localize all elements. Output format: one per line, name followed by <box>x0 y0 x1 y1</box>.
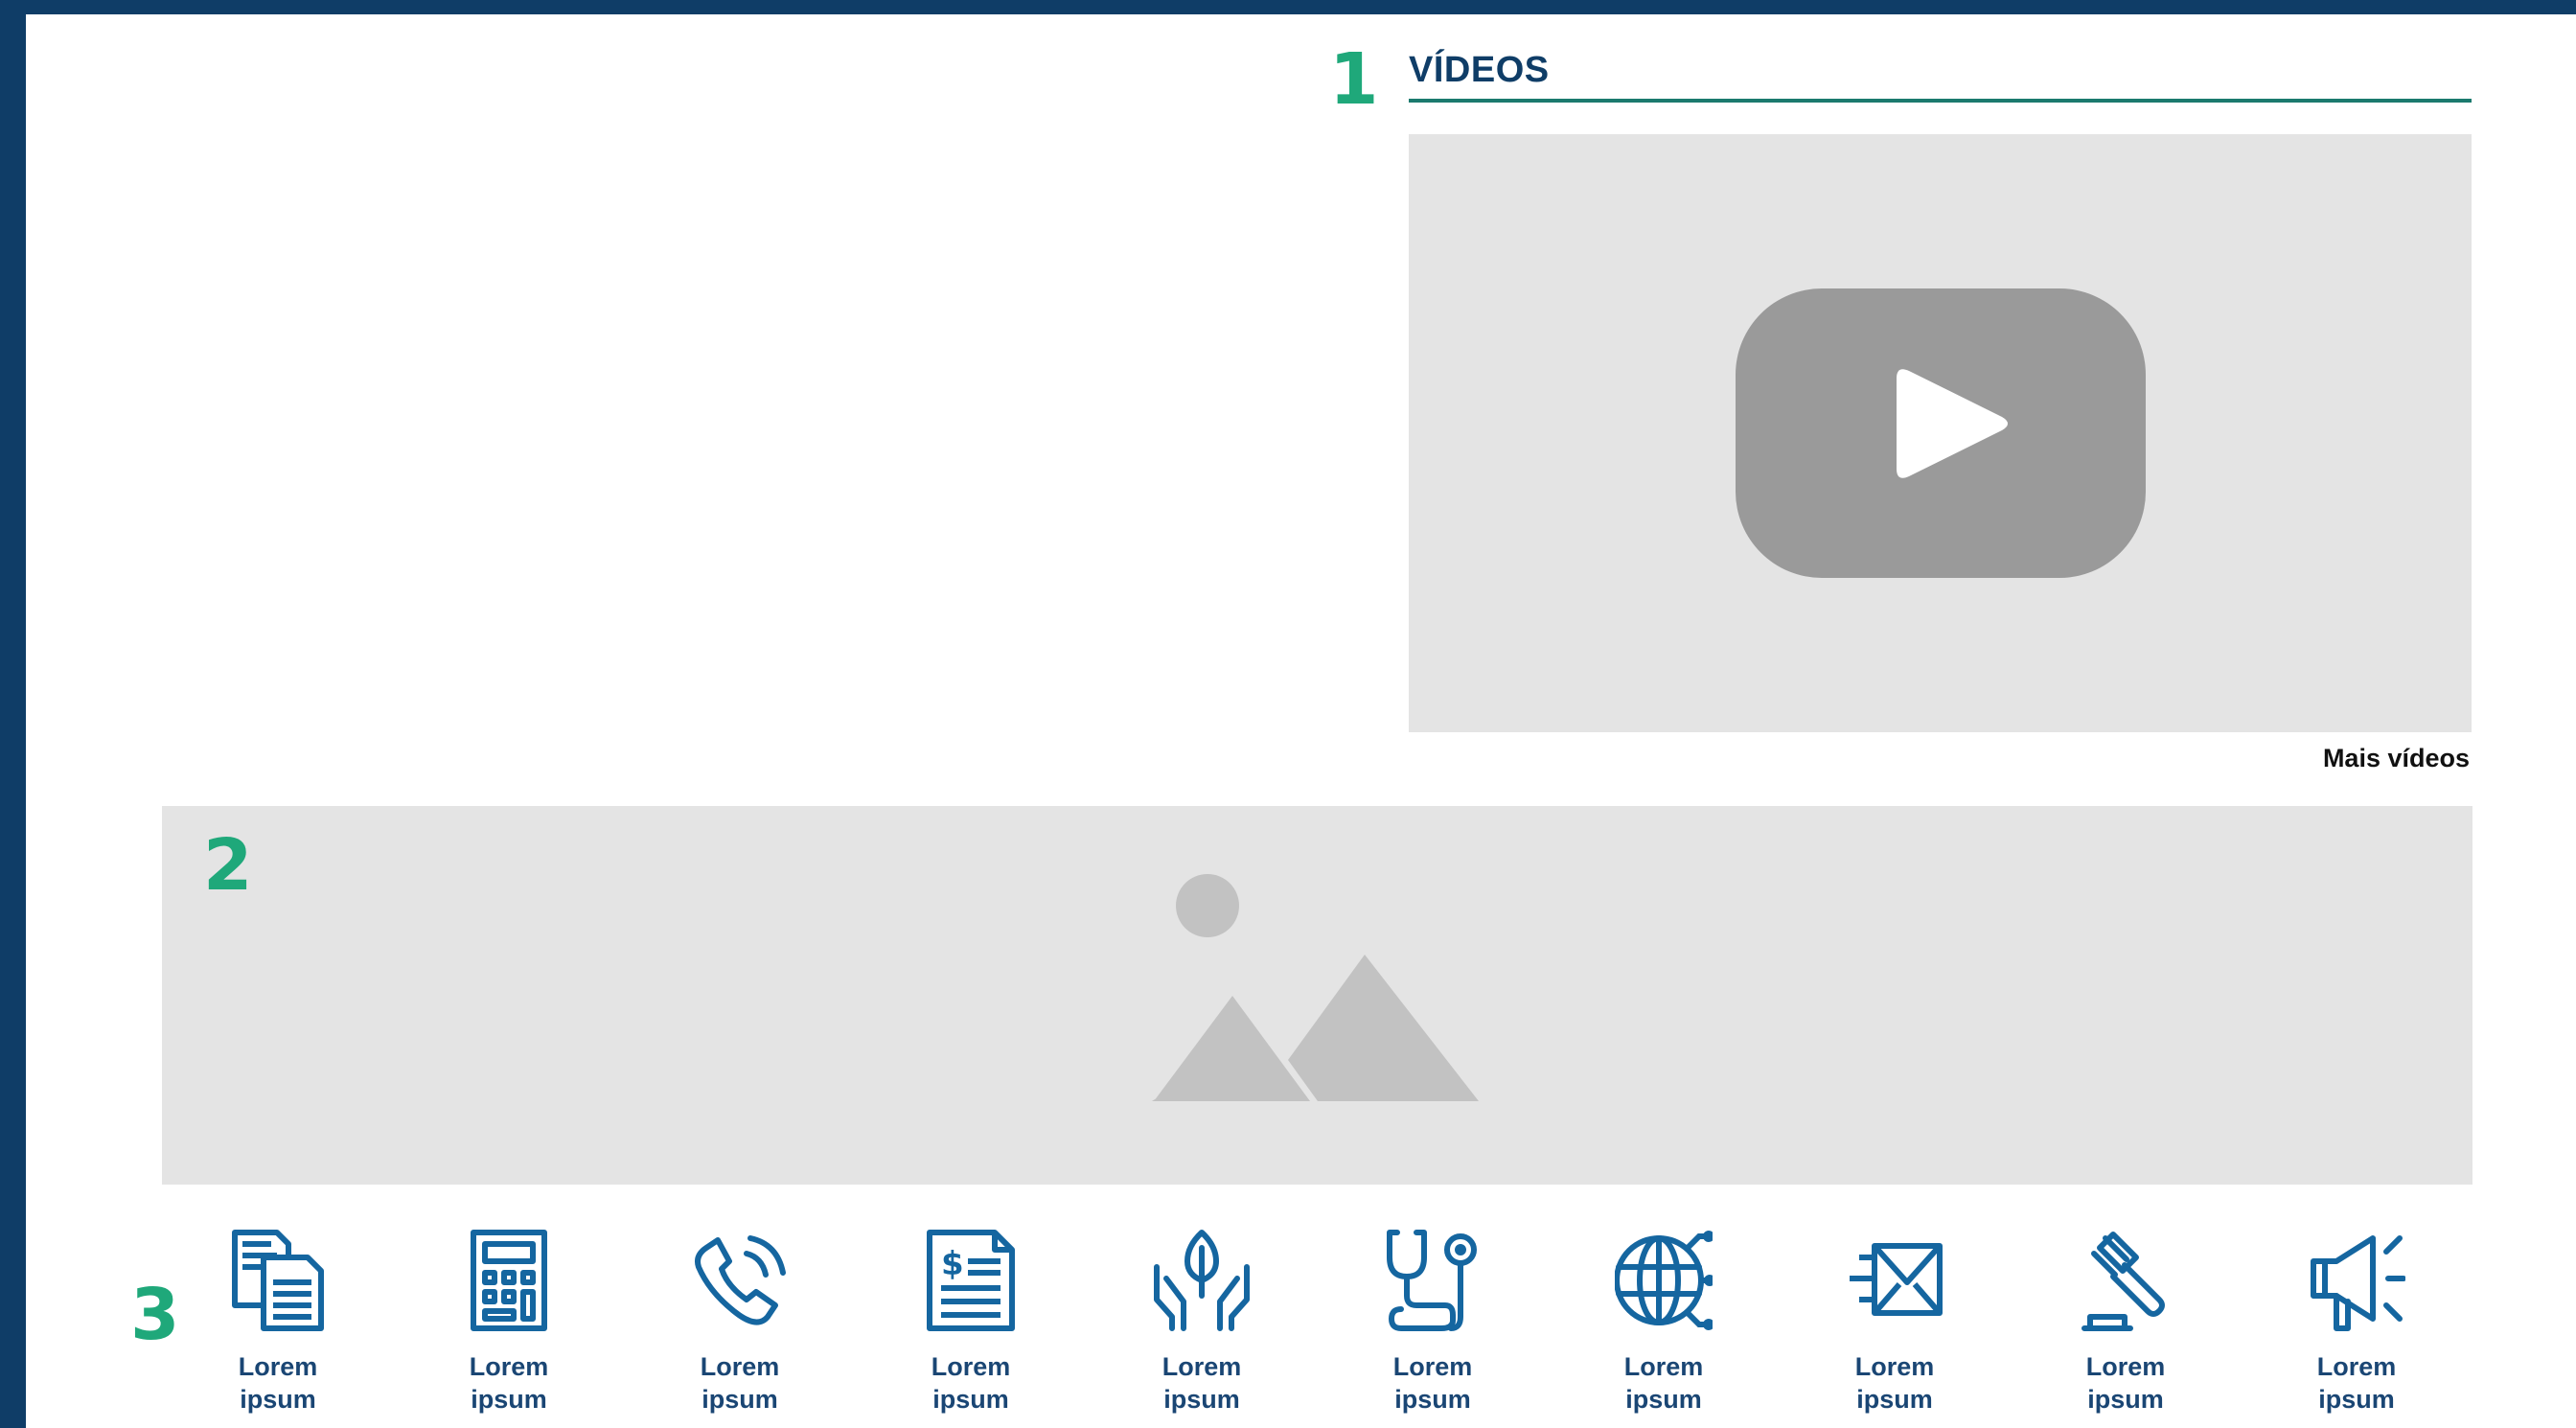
gavel-icon <box>2082 1232 2165 1331</box>
quick-link-email[interactable]: Lorem ipsum <box>1808 1229 1981 1420</box>
icon-label: Lorem ipsum <box>1623 1352 1704 1414</box>
banner-image-placeholder <box>162 806 2472 1185</box>
documents-icon <box>232 1230 324 1331</box>
icon-label: Lorem ipsum <box>700 1352 780 1414</box>
svg-text:$: $ <box>941 1245 964 1283</box>
hands-leaf-icon <box>1154 1230 1250 1331</box>
section-marker-1: 1 <box>1329 38 1379 121</box>
play-icon[interactable] <box>1736 288 2146 578</box>
section-marker-3: 3 <box>130 1274 180 1356</box>
stethoscope-icon <box>1387 1230 1477 1331</box>
icon-label: Lorem ipsum <box>1162 1352 1242 1414</box>
icon-label: Lorem ipsum <box>469 1352 549 1414</box>
quick-link-health[interactable]: Lorem ipsum <box>1346 1229 1519 1420</box>
title-underline <box>1409 99 2472 103</box>
quick-link-phone[interactable]: Lorem ipsum <box>654 1229 826 1420</box>
section-marker-2: 2 <box>203 824 253 907</box>
quick-link-legal[interactable]: Lorem ipsum <box>2039 1229 2212 1420</box>
calculator-icon <box>471 1230 547 1331</box>
phone-icon <box>695 1235 786 1325</box>
video-player[interactable] <box>1409 134 2472 732</box>
invoice-icon: $ <box>927 1230 1015 1331</box>
icon-label: Lorem ipsum <box>1854 1352 1935 1414</box>
quick-link-global[interactable]: Lorem ipsum <box>1577 1229 1750 1420</box>
icon-label: Lorem ipsum <box>238 1352 318 1414</box>
top-frame-bar <box>0 0 2576 14</box>
image-placeholder-icon <box>1152 874 1479 1101</box>
left-frame-bar <box>0 0 26 1428</box>
quick-link-sustainability[interactable]: Lorem ipsum <box>1116 1229 1288 1420</box>
email-fast-icon <box>1850 1243 1943 1316</box>
icon-label: Lorem ipsum <box>2316 1352 2397 1414</box>
quick-link-invoice[interactable]: $ Lorem ipsum <box>885 1229 1057 1420</box>
icon-label: Lorem ipsum <box>2085 1352 2166 1414</box>
quick-link-documents[interactable]: Lorem ipsum <box>192 1229 364 1420</box>
quick-link-news[interactable]: Lorem ipsum <box>2270 1229 2443 1420</box>
icon-label: Lorem ipsum <box>1392 1352 1473 1414</box>
megaphone-icon <box>2311 1235 2405 1331</box>
quick-link-calculator[interactable]: Lorem ipsum <box>423 1229 595 1420</box>
videos-title: VÍDEOS <box>1409 50 1550 90</box>
globe-network-icon <box>1615 1231 1713 1330</box>
more-videos-link[interactable]: Mais vídeos <box>2204 744 2470 773</box>
icon-label: Lorem ipsum <box>931 1352 1011 1414</box>
